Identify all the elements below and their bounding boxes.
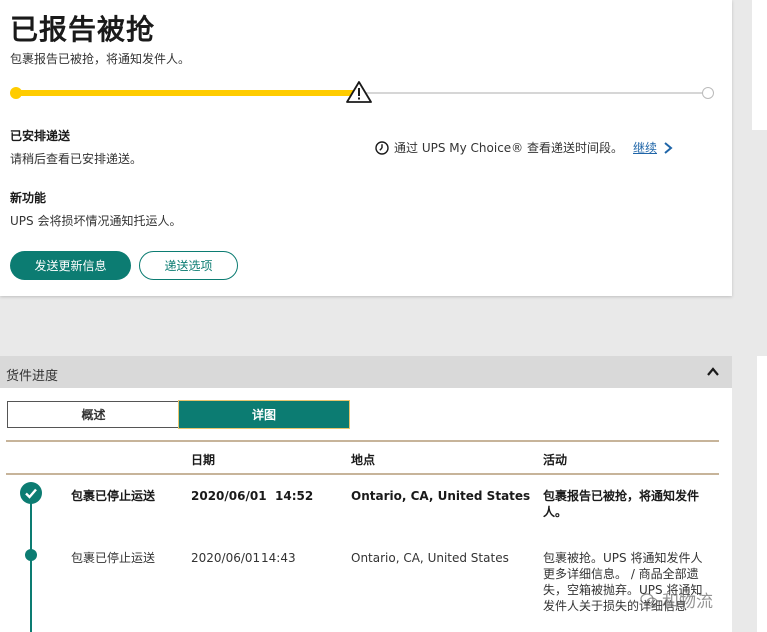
table-top-rule [6,440,719,442]
row-time: 14:52 [275,489,314,503]
row-status: 包裹已停止运送 [71,489,156,503]
watermark-text: 和物流 [662,592,713,612]
scheduled-heading: 已安排递送 [10,129,71,143]
shipment-progress-card: 货件进度 概述 详图 日期 地点 活动 包裹已停止运送 2020/06/01 1… [0,356,732,632]
table-header-rule [6,473,719,475]
progress-fill [16,90,358,96]
row-date: 2020/06/01 [191,489,267,503]
timeline-line [30,496,32,632]
chevron-up-icon[interactable] [706,366,720,378]
wechat-icon [640,592,658,607]
send-updates-button[interactable]: 发送更新信息 [10,251,131,280]
delivery-options-button[interactable]: 递送选项 [139,251,238,280]
shipment-progress-title: 货件进度 [6,369,59,384]
row-time: 14:43 [261,551,296,565]
scheduled-text: 请稍后查看已安排递送。 [10,152,143,166]
row-status: 包裹已停止运送 [71,551,156,565]
col-header-activity: 活动 [543,453,568,467]
continue-link[interactable]: 继续 [633,139,657,156]
check-icon [25,488,37,499]
my-choice-text: 通过 UPS My Choice® 查看递送时间段。 [394,141,623,155]
chevron-right-icon[interactable] [663,141,673,154]
new-feature-text: UPS 会将损坏情况通知托运人。 [10,214,182,228]
row-location: Ontario, CA, United States [351,551,509,565]
timeline-current-marker [20,482,42,504]
watermark: 和物流 [640,587,713,612]
warning-icon [346,81,372,103]
status-subtitle: 包裹报告已被抢，将通知发件人。 [10,52,191,66]
row-activity: 包裹报告已被抢，将通知发件人。 [543,489,700,519]
col-header-date: 日期 [191,453,216,467]
progress-end-dot [702,87,714,99]
new-feature-heading: 新功能 [10,191,47,205]
status-title: 已报告被抢 [10,13,156,46]
side-panel-edge-lower [757,356,767,632]
row-location: Ontario, CA, United States [351,489,531,503]
side-panel-edge [752,0,767,130]
row-date: 2020/06/01 [191,551,261,565]
tab-detail[interactable]: 详图 [178,400,350,429]
timeline-dot [25,549,37,561]
progress-start-dot [10,87,22,99]
col-header-location: 地点 [351,453,376,467]
clock-icon [375,140,389,155]
tab-overview[interactable]: 概述 [7,401,179,428]
my-choice-row: 通过 UPS My Choice® 查看递送时间段。 继续 [375,139,673,156]
shipment-progress-header[interactable]: 货件进度 [0,356,732,388]
delivery-status-card: 已报告被抢 包裹报告已被抢，将通知发件人。 已安排递送 请稍后查看已安排递送。 … [0,0,732,296]
